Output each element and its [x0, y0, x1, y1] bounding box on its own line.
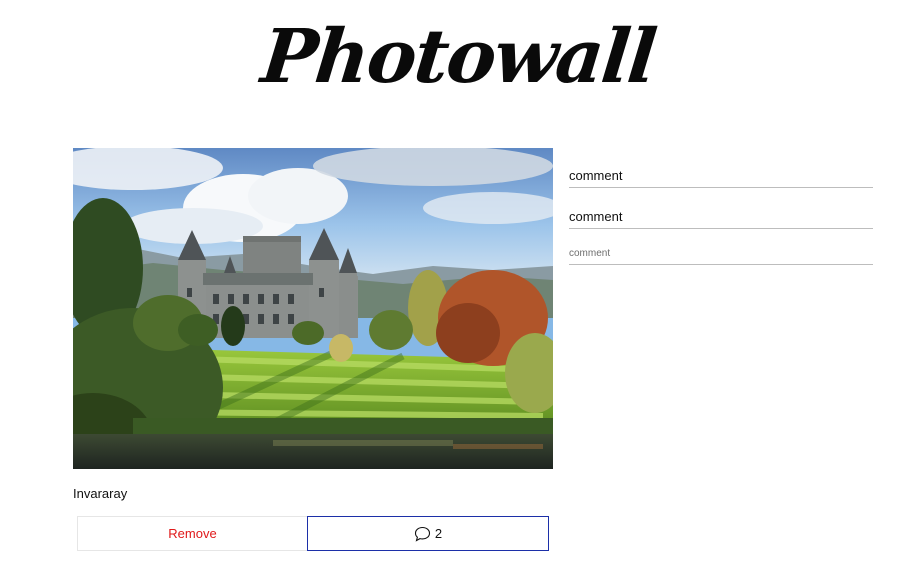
castle-photo-image [73, 148, 553, 469]
comment-item: comment [569, 204, 873, 229]
comment-item: comment [569, 163, 873, 188]
comment-input[interactable] [569, 242, 873, 265]
comments-panel: comment comment [569, 163, 873, 265]
post-photo[interactable] [73, 148, 553, 469]
photowall-page: Photowall Invararay Remove 2 comment com… [0, 0, 916, 581]
app-header: Photowall [0, 0, 916, 110]
post-caption: Invararay [73, 486, 128, 501]
comments-button[interactable]: 2 [307, 516, 549, 551]
speech-bubble-icon [414, 526, 431, 542]
comment-count: 2 [434, 526, 443, 541]
remove-button[interactable]: Remove [77, 516, 307, 551]
post-actions: Remove 2 [77, 516, 549, 551]
app-title: Photowall [257, 14, 659, 100]
